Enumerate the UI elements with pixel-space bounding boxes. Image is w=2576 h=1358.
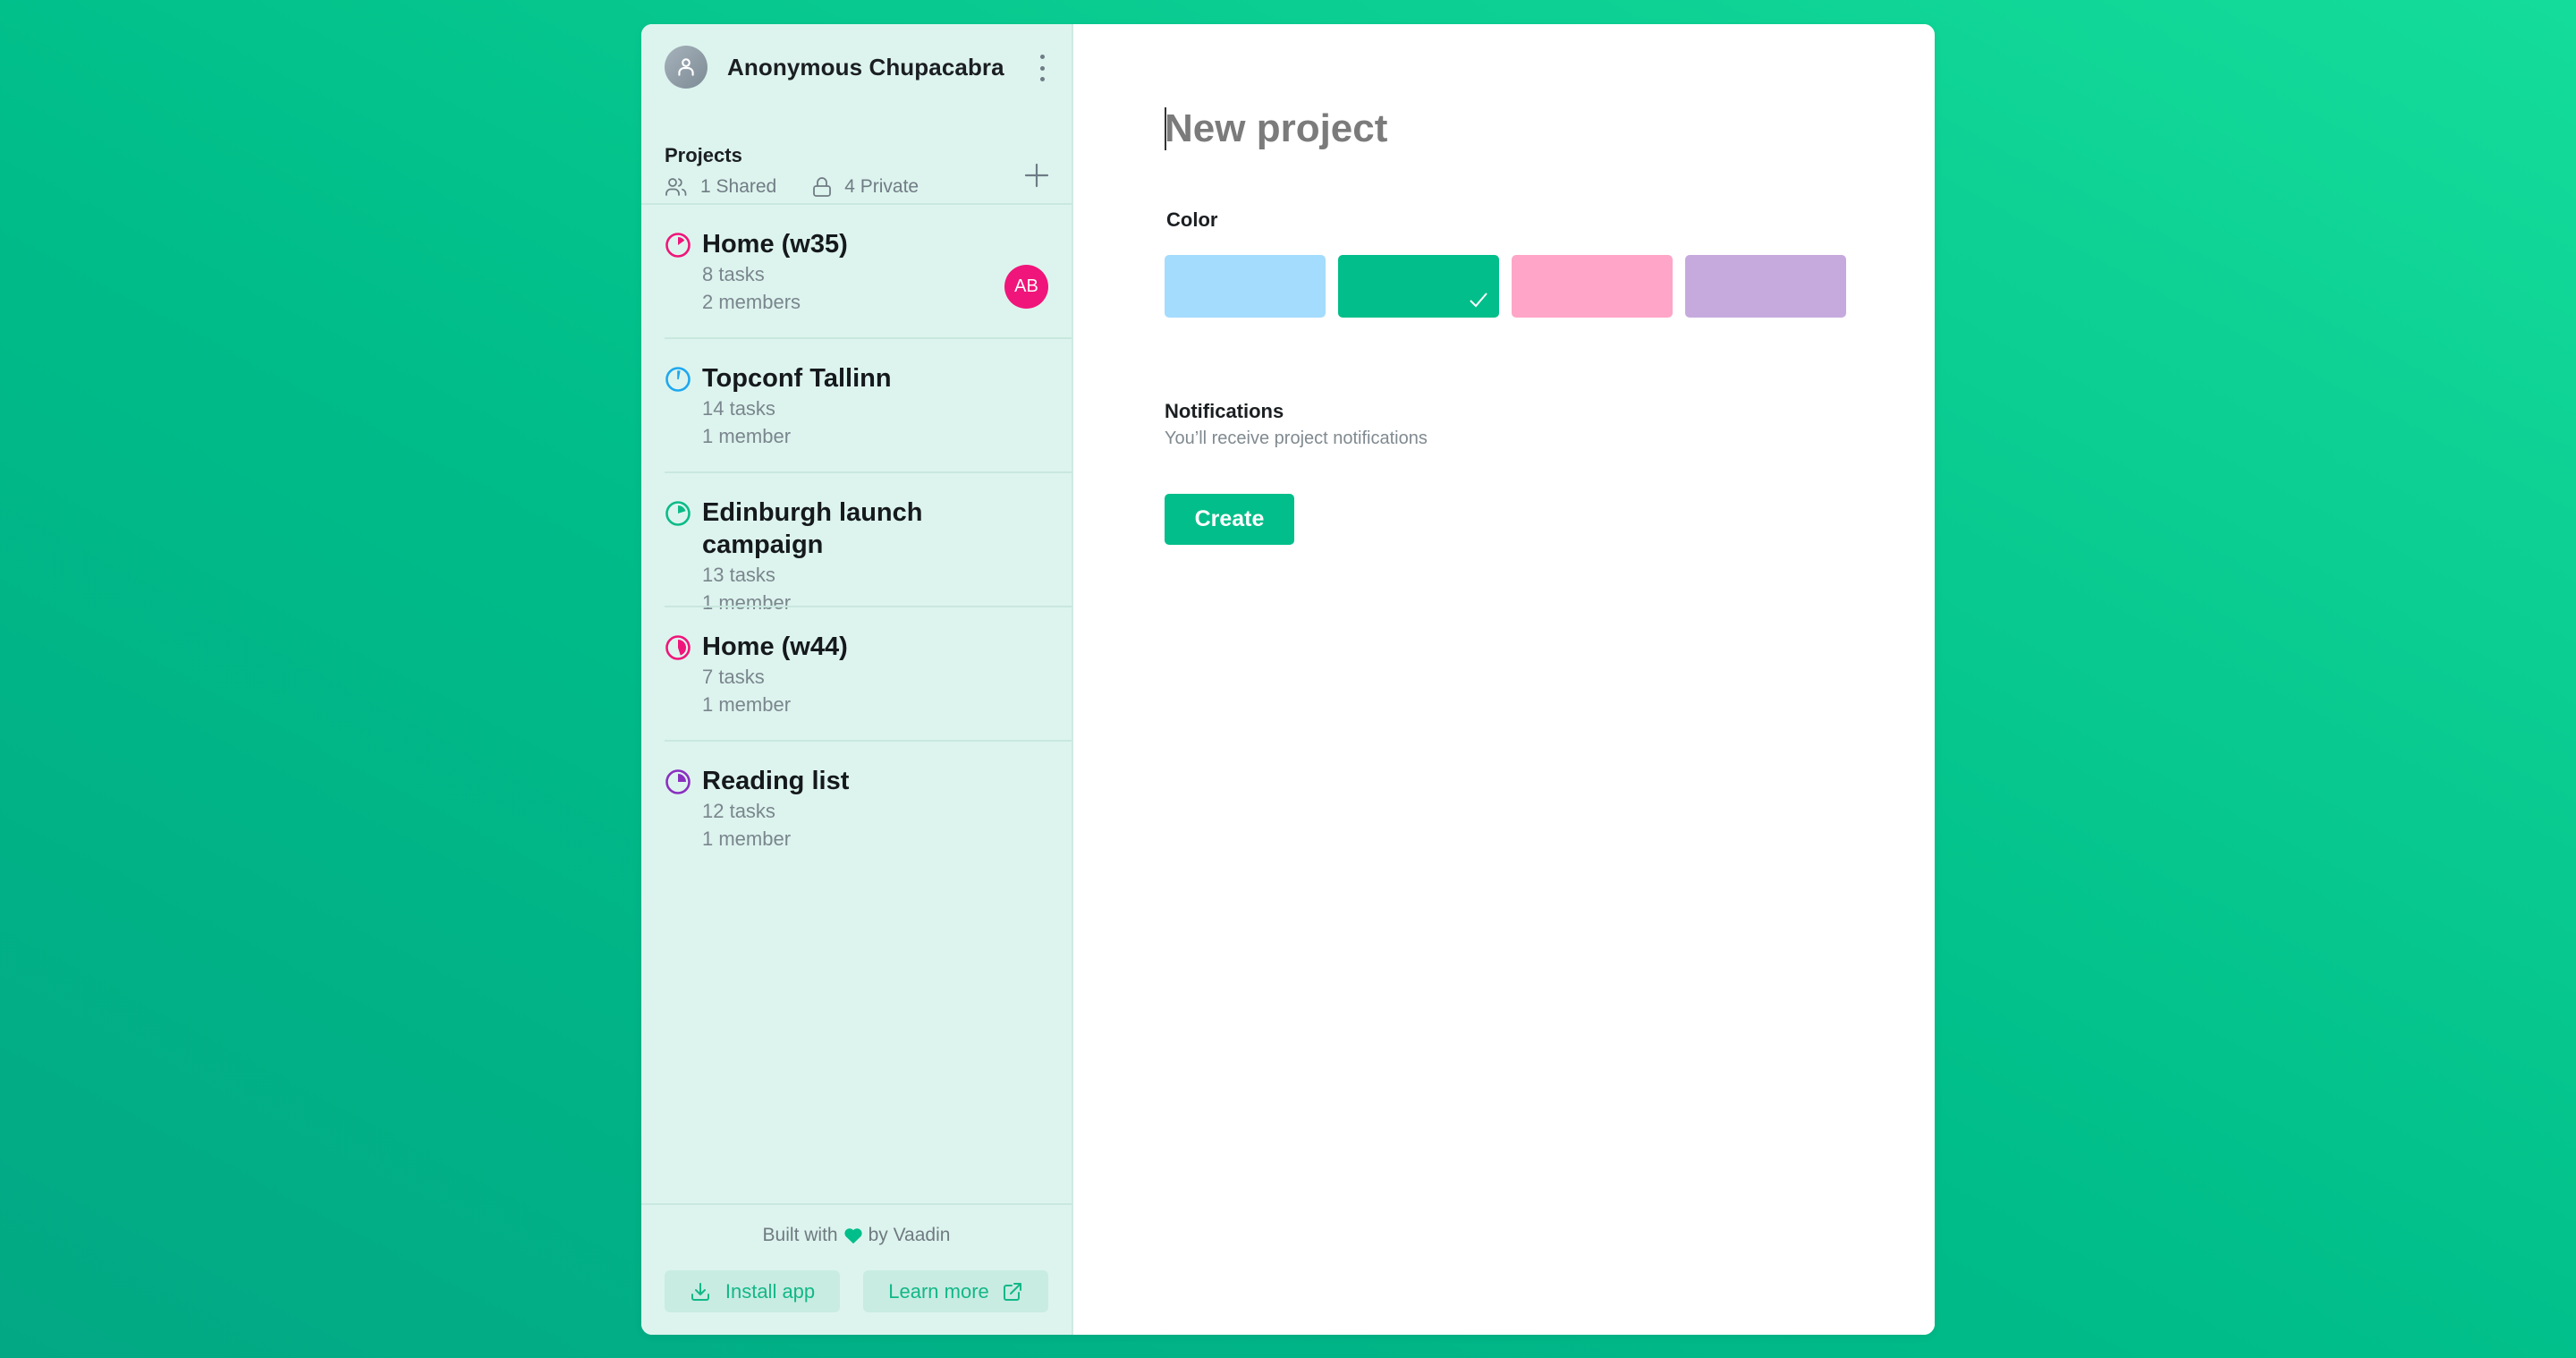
color-label: Color <box>1166 208 1218 231</box>
install-app-button[interactable]: Install app <box>665 1270 841 1312</box>
project-item[interactable]: Home (w44) 7 tasks 1 member <box>641 607 1072 742</box>
sidebar-footer: Built with by Vaadin Install app Learn m… <box>641 1203 1072 1335</box>
users-icon <box>665 178 687 196</box>
project-item[interactable]: Edinburgh launch campaign 13 tasks 1 mem… <box>641 473 1072 614</box>
color-swatch-green[interactable] <box>1338 255 1499 318</box>
notifications-description: You’ll receive project notifications <box>1165 429 1428 448</box>
text-caret <box>1165 107 1166 150</box>
install-app-label: Install app <box>724 1279 816 1303</box>
user-name: Anonymous Chupacabra <box>727 53 1004 81</box>
learn-more-label: Learn more <box>888 1279 989 1303</box>
user-avatar[interactable] <box>665 46 708 89</box>
learn-more-button[interactable]: Learn more <box>863 1270 1048 1312</box>
project-list: Home (w35) 8 tasks 2 members AB Topconf … <box>641 205 1072 1203</box>
shared-count[interactable]: 1 Shared <box>665 176 776 198</box>
project-name: Topconf Tallinn <box>702 364 892 393</box>
progress-wedge <box>678 774 686 782</box>
projects-summary: 1 Shared 4 Private <box>665 176 1048 198</box>
download-icon <box>691 1282 709 1301</box>
project-task-count: 13 tasks <box>702 564 775 586</box>
project-task-count: 12 tasks <box>702 800 775 822</box>
add-project-button[interactable] <box>1021 160 1052 191</box>
projects-title: Projects <box>665 144 742 166</box>
progress-pie-icon <box>665 501 691 526</box>
private-label: 4 Private <box>844 176 919 197</box>
user-header: Anonymous Chupacabra <box>641 24 1072 110</box>
color-swatch-blue[interactable] <box>1165 255 1326 318</box>
kebab-vertical-icon[interactable] <box>1034 55 1050 81</box>
project-member-count: 1 member <box>702 425 792 447</box>
progress-pie-icon <box>665 367 691 392</box>
user-icon <box>678 58 694 76</box>
footer-buttons: Install app Learn more <box>641 1270 1072 1312</box>
project-item[interactable]: Topconf Tallinn 14 tasks 1 member <box>641 339 1072 473</box>
project-member-count: 2 members <box>702 291 801 313</box>
project-task-count: 8 tasks <box>702 263 765 285</box>
heart-icon <box>843 1228 862 1244</box>
projects-header: Projects 1 Shared 4 Private <box>641 110 1072 205</box>
plus-icon <box>1024 163 1049 188</box>
shared-label: 1 Shared <box>700 176 777 197</box>
color-swatch-pink[interactable] <box>1512 255 1673 318</box>
external-link-icon <box>1003 1282 1021 1301</box>
project-member-count: 1 member <box>702 828 792 850</box>
project-name: Reading list <box>702 767 850 795</box>
built-with-credit: Built with by Vaadin <box>641 1225 1072 1246</box>
project-task-count: 7 tasks <box>702 666 765 688</box>
lock-icon <box>813 177 832 197</box>
project-item[interactable]: Home (w35) 8 tasks 2 members AB <box>641 205 1072 339</box>
project-name: Edinburgh launch campaign <box>702 498 923 559</box>
progress-pie-icon <box>665 769 691 794</box>
project-name: Home (w44) <box>702 632 848 661</box>
progress-wedge <box>678 640 687 656</box>
progress-wedge <box>677 370 681 380</box>
sidebar: Anonymous Chupacabra Projects 1 Shared 4… <box>641 24 1073 1335</box>
new-project-form: Color Notifications You’ll receive proje… <box>1073 24 1935 1335</box>
built-with-suffix: by Vaadin <box>868 1225 951 1245</box>
private-count[interactable]: 4 Private <box>812 176 919 198</box>
project-item[interactable]: Reading list 12 tasks 1 member <box>641 742 1072 876</box>
project-member-count: 1 member <box>702 693 792 716</box>
project-task-count: 14 tasks <box>702 397 775 420</box>
create-button[interactable]: Create <box>1165 494 1294 545</box>
progress-wedge <box>678 237 685 245</box>
checkmark-icon <box>1470 293 1487 308</box>
built-with-prefix: Built with <box>762 1225 838 1245</box>
color-swatch-purple[interactable] <box>1685 255 1846 318</box>
progress-pie-icon <box>665 233 691 258</box>
app-window: Anonymous Chupacabra Projects 1 Shared 4… <box>641 24 1935 1335</box>
color-picker <box>1165 255 1846 318</box>
progress-pie-icon <box>665 635 691 660</box>
notifications-title: Notifications <box>1165 400 1284 422</box>
progress-wedge <box>678 505 686 513</box>
project-name-input[interactable] <box>1165 98 1844 160</box>
project-name: Home (w35) <box>702 230 848 259</box>
member-avatar[interactable]: AB <box>1004 265 1048 309</box>
